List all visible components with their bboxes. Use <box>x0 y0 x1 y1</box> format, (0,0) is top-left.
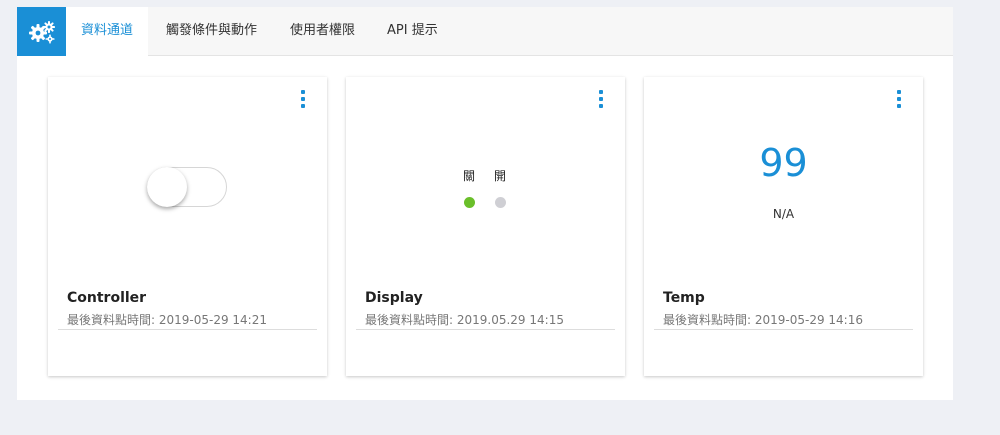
main-panel: 資料通道 觸發條件與動作 使用者權限 API 提示 Controller 最後資… <box>17 7 953 400</box>
controller-toggle-switch[interactable] <box>147 167 227 207</box>
time-label: 最後資料點時間: <box>67 313 159 327</box>
tab-api-hints[interactable]: API 提示 <box>387 7 438 55</box>
gears-icon[interactable] <box>17 7 66 56</box>
divider <box>356 329 615 330</box>
status-dot-active <box>464 197 475 208</box>
tab-user-permissions[interactable]: 使用者權限 <box>290 7 355 55</box>
more-options-icon[interactable] <box>299 90 307 110</box>
status-dot-inactive <box>495 197 506 208</box>
card-display: 關 開 Display 最後資料點時間: 2019.05.29 14:15 <box>346 77 625 376</box>
temp-unit: N/A <box>772 207 795 221</box>
more-options-icon[interactable] <box>895 90 903 110</box>
tab-triggers-actions[interactable]: 觸發條件與動作 <box>166 7 257 55</box>
time-label: 最後資料點時間: <box>365 313 457 327</box>
off-label: 關 <box>463 169 476 183</box>
more-options-icon[interactable] <box>597 90 605 110</box>
card-title: Display <box>365 290 423 306</box>
last-datapoint-time: 最後資料點時間: 2019.05.29 14:15 <box>365 311 564 328</box>
card-title: Temp <box>663 290 705 306</box>
card-controller: Controller 最後資料點時間: 2019-05-29 14:21 <box>48 77 327 376</box>
card-title: Controller <box>67 290 147 306</box>
on-label: 開 <box>494 169 507 183</box>
time-value: 2019.05.29 14:15 <box>456 313 564 327</box>
tab-bar: 資料通道 觸發條件與動作 使用者權限 API 提示 <box>17 7 953 56</box>
toggle-knob <box>147 167 187 207</box>
card-temp: 99 N/A Temp 最後資料點時間: 2019-05-29 14:16 <box>644 77 923 376</box>
time-label: 最後資料點時間: <box>663 313 755 327</box>
time-value: 2019-05-29 14:21 <box>158 313 267 327</box>
last-datapoint-time: 最後資料點時間: 2019-05-29 14:21 <box>67 311 267 328</box>
tab-data-channels[interactable]: 資料通道 <box>66 7 148 56</box>
temp-value: 99 <box>759 141 808 185</box>
last-datapoint-time: 最後資料點時間: 2019-05-29 14:16 <box>663 311 863 328</box>
time-value: 2019-05-29 14:16 <box>754 313 863 327</box>
divider <box>654 329 913 330</box>
divider <box>58 329 317 330</box>
